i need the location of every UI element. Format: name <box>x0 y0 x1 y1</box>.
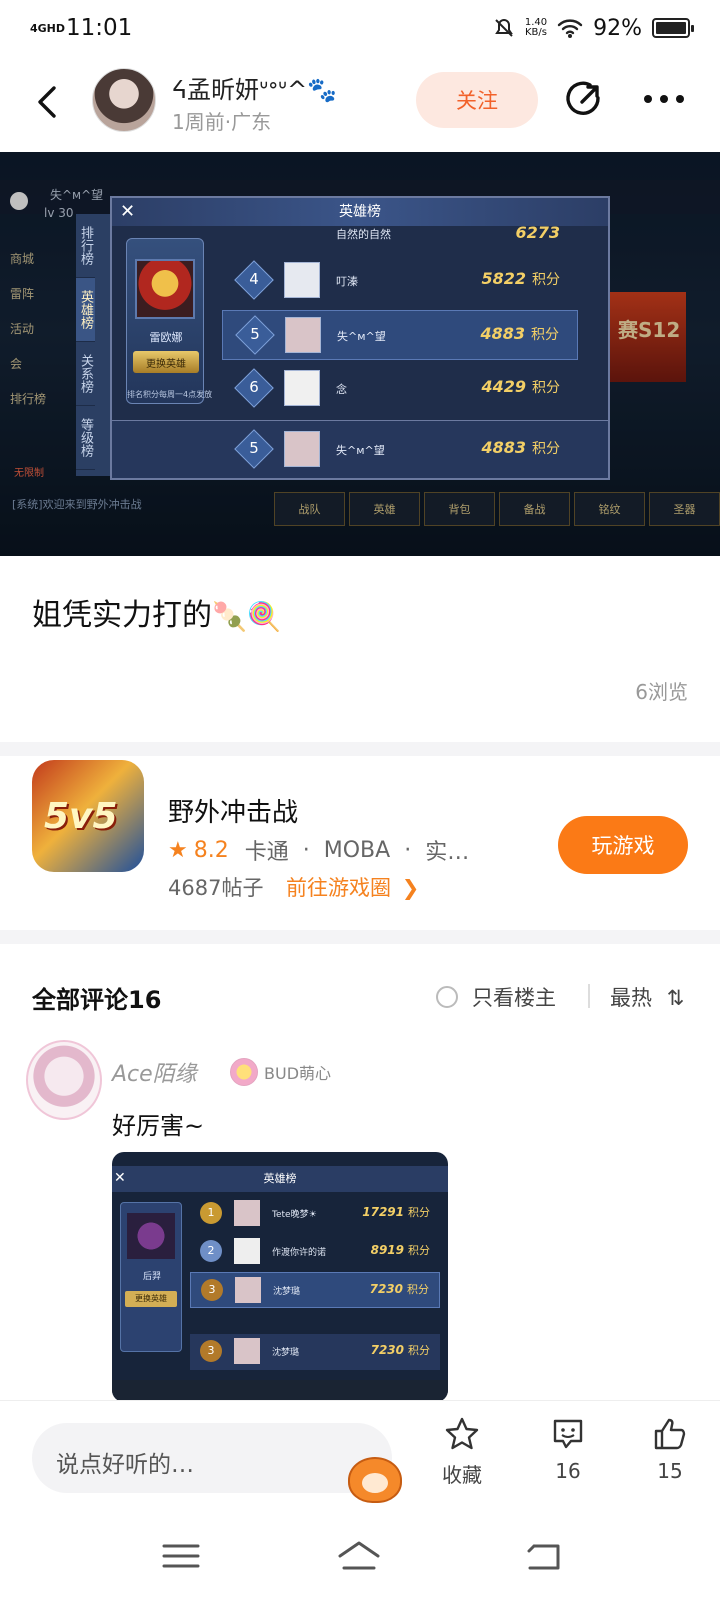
comments-title: 全部评论16 <box>32 986 162 1014</box>
star-icon: ★ <box>168 837 188 863</box>
hero-ranking-panel: ✕ 英雄榜 雷欧娜 更换英雄 排名积分每周一4点发放 自然的自然 6273 4 … <box>110 196 610 480</box>
close-icon: ✕ <box>114 1170 126 1186</box>
bottom-action-bar: 说点好听的… 收藏 16 15 <box>0 1400 720 1510</box>
battery-icon <box>652 18 694 38</box>
hero-card: 雷欧娜 更换英雄 排名积分每周一4点发放 <box>126 238 212 404</box>
comment-button[interactable]: 16 <box>528 1415 608 1483</box>
rank-row-highlighted: 5 失^м^望 4883 积分 <box>222 310 578 360</box>
like-button[interactable]: 15 <box>630 1415 710 1483</box>
author-name[interactable]: ᔦ孟昕妍ᐡᐤᐡ^🐾 <box>172 70 337 105</box>
chevron-right-icon: ❯ <box>401 876 420 900</box>
game-app-icon[interactable]: 5v5 <box>32 760 144 872</box>
section-divider <box>0 930 720 944</box>
follow-button[interactable]: 关注 <box>416 72 538 128</box>
view-count: 6浏览 <box>635 680 688 704</box>
menu-icon[interactable] <box>158 1538 204 1574</box>
rank-row: 4 叮溱 5822 积分 <box>222 256 578 306</box>
comment-text: 好厉害~ <box>112 1112 205 1140</box>
game-name[interactable]: 野外冲击战 <box>168 792 298 829</box>
rank-row: 6 念 4429 积分 <box>222 364 578 414</box>
rank-row-highlighted: 3 沈梦璐 7230 积分 <box>190 1272 440 1308</box>
post-text: 姐凭实力打的🍡🍭 <box>32 598 282 633</box>
comment-image[interactable]: 英雄榜 ✕ 后羿 更换英雄 1 Tete晚梦☀ 17291 积分 2 作渡你许的诺… <box>112 1152 448 1402</box>
hero-card: 后羿 更换英雄 <box>120 1202 182 1352</box>
section-divider <box>0 742 720 756</box>
battery-percent: 92% <box>593 15 642 41</box>
home-icon[interactable] <box>336 1538 382 1574</box>
clock: 11:01 <box>66 15 133 41</box>
user-badge: BUD萌心 <box>230 1058 331 1086</box>
game-info: ★ 8.2 卡通 · MOBA · 实… <box>168 837 470 866</box>
game-post-count: 4687帖子 <box>168 876 264 900</box>
radio-icon[interactable] <box>436 986 458 1008</box>
rank-row: 2 作渡你许的诺 8919 积分 <box>190 1234 440 1270</box>
mute-icon <box>494 18 513 37</box>
panel-title: ✕ 英雄榜 <box>112 198 608 226</box>
hero-portrait <box>135 259 195 319</box>
post-time-location: 1周前·广东 <box>172 110 272 134</box>
sort-selector[interactable]: 最热 ⇅ <box>610 982 684 1012</box>
post-header: ᔦ孟昕妍ᐡᐤᐡ^🐾 1周前·广东 关注 <box>0 58 720 148</box>
system-nav-bar <box>0 1510 720 1600</box>
wifi-icon <box>557 19 583 38</box>
net-speed: 1.40 KB/s <box>524 17 548 38</box>
my-rank-row: 3 沈梦璐 7230 积分 <box>190 1334 440 1370</box>
status-bar: 4GHD 11:01 1.40 KB/s 92% <box>0 0 720 56</box>
sort-icon: ⇅ <box>666 986 685 1010</box>
close-icon: ✕ <box>120 201 136 222</box>
game-circle-link[interactable]: 前往游戏圈 ❯ <box>286 872 419 902</box>
post-image[interactable]: 失^м^望 lv 30 商城 雷阵 活动 会 排行榜 赛S12 无限制 [系统]… <box>0 152 720 556</box>
mascot-icon[interactable] <box>348 1457 402 1503</box>
back-arrow-icon[interactable] <box>30 82 66 122</box>
my-rank-row: 5 失^м^望 4883 积分 <box>222 425 578 475</box>
only-owner-toggle[interactable]: 只看楼主 <box>436 982 556 1012</box>
back-icon[interactable] <box>522 1538 568 1574</box>
more-options-icon[interactable] <box>640 84 688 114</box>
favorite-button[interactable]: 收藏 <box>422 1415 502 1488</box>
share-icon[interactable] <box>562 78 606 122</box>
network-indicator: 4GHD <box>30 21 66 35</box>
candy-emoji-icon: 🍡🍭 <box>212 600 282 633</box>
rank-row: 自然的自然 6273 <box>336 226 560 242</box>
commenter-name[interactable]: Ace陌缘 <box>112 1056 197 1088</box>
comment-input[interactable]: 说点好听的… <box>32 1423 402 1503</box>
thumbs-up-icon <box>654 1418 686 1450</box>
author-avatar[interactable] <box>92 68 156 132</box>
commenter-avatar[interactable] <box>26 1040 102 1120</box>
rank-row: 1 Tete晚梦☀ 17291 积分 <box>190 1196 440 1232</box>
star-outline-icon <box>445 1417 479 1450</box>
badge-icon <box>230 1058 258 1086</box>
game-rating: 8.2 <box>193 837 229 863</box>
my-rank-footer: 5 失^м^望 4883 积分 <box>112 420 608 478</box>
play-game-button[interactable]: 玩游戏 <box>558 816 688 874</box>
comment-icon <box>553 1419 583 1449</box>
ranking-side-tabs: 排行榜 英雄榜 关系榜 等级榜 <box>76 214 110 476</box>
